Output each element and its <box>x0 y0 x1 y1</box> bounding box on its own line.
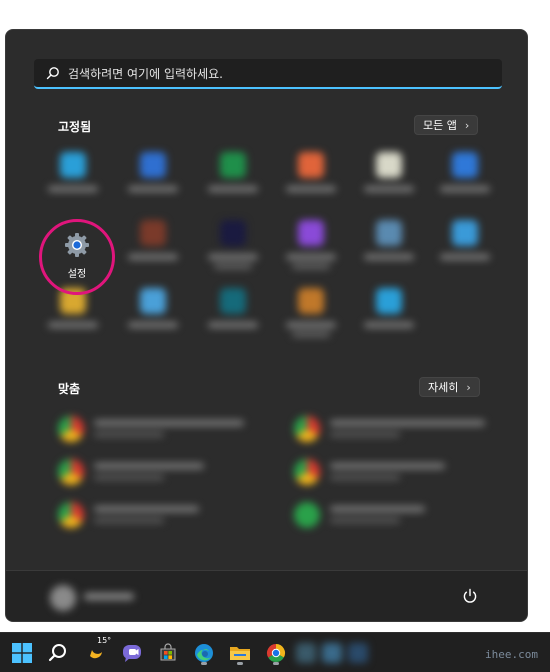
store-button[interactable] <box>154 639 182 667</box>
weather-temp: 15° <box>97 636 112 645</box>
pinned-app[interactable] <box>430 216 500 280</box>
all-apps-button[interactable]: 모든 앱 › <box>414 115 479 135</box>
chrome-icon <box>58 416 84 442</box>
more-label: 자세히 <box>428 381 459 394</box>
chrome-icon <box>294 459 320 485</box>
chrome-icon <box>266 644 286 663</box>
app-icon <box>298 220 324 246</box>
app-icon <box>298 288 324 314</box>
app-icon <box>298 152 324 178</box>
pinned-app[interactable] <box>118 148 188 212</box>
chevron-right-icon: › <box>464 118 470 132</box>
all-apps-label: 모든 앱 <box>423 119 457 132</box>
pinned-app[interactable] <box>354 148 424 212</box>
pinned-app[interactable] <box>118 284 188 348</box>
app-icon <box>376 288 402 314</box>
app-icon <box>140 220 166 246</box>
list-item[interactable] <box>58 498 258 532</box>
weather-icon <box>90 650 102 659</box>
search-box[interactable]: 검색하려면 여기에 입력하세요. <box>34 59 502 89</box>
running-indicator <box>273 662 279 665</box>
pinned-app[interactable] <box>118 216 188 280</box>
file-explorer-button[interactable] <box>226 639 254 667</box>
weather-widget[interactable]: 15° <box>82 636 112 667</box>
teams-chat-button[interactable] <box>118 639 146 667</box>
pinned-app[interactable] <box>354 216 424 280</box>
list-item[interactable] <box>294 412 494 446</box>
settings-app[interactable]: 설정 <box>39 219 119 299</box>
app-icon <box>452 220 478 246</box>
search-placeholder: 검색하려면 여기에 입력하세요. <box>68 67 223 81</box>
start-footer <box>6 570 527 621</box>
app-icon <box>220 220 246 246</box>
app-icon <box>294 502 320 528</box>
list-item[interactable] <box>58 455 258 489</box>
pinned-app[interactable] <box>430 148 500 212</box>
chevron-right-icon: › <box>466 380 471 394</box>
running-indicator <box>237 662 243 665</box>
app-icon <box>376 152 402 178</box>
app-icon <box>60 152 86 178</box>
chat-icon <box>123 645 141 662</box>
running-indicator <box>201 662 207 665</box>
gear-icon <box>65 233 89 257</box>
list-item[interactable] <box>58 412 258 446</box>
pinned-app[interactable] <box>198 216 268 280</box>
pinned-section-title: 고정됨 <box>58 120 92 134</box>
settings-label: 설정 <box>67 269 87 280</box>
store-icon <box>160 643 176 661</box>
taskbar: 15° <box>0 632 550 672</box>
start-menu: 검색하려면 여기에 입력하세요. 고정됨 모든 앱 › 설정 맞춤 자세히 › <box>5 29 528 622</box>
edge-icon <box>195 644 213 662</box>
pinned-app[interactable] <box>198 284 268 348</box>
pinned-app[interactable] <box>276 216 346 280</box>
app-icon <box>220 288 246 314</box>
list-item[interactable] <box>294 498 494 532</box>
avatar <box>50 585 76 611</box>
start-button[interactable] <box>8 639 36 667</box>
windows-icon <box>12 643 32 663</box>
search-icon <box>46 67 59 80</box>
pinned-app[interactable] <box>38 148 108 212</box>
chrome-icon <box>58 459 84 485</box>
pinned-app[interactable] <box>276 148 346 212</box>
pinned-app[interactable] <box>276 284 346 348</box>
app-icon <box>452 152 478 178</box>
app-icon <box>140 288 166 314</box>
app-icon <box>140 152 166 178</box>
chrome-icon <box>58 502 84 528</box>
folder-icon <box>230 647 250 660</box>
search-button[interactable] <box>44 639 72 667</box>
search-icon <box>48 644 66 662</box>
pinned-app[interactable] <box>354 284 424 348</box>
power-icon[interactable] <box>462 588 478 604</box>
user-account[interactable] <box>50 581 142 615</box>
app-icon <box>220 152 246 178</box>
chrome-icon <box>294 416 320 442</box>
chrome-button[interactable] <box>262 639 290 667</box>
more-button[interactable]: 자세히 › <box>419 377 480 397</box>
edge-button[interactable] <box>190 639 218 667</box>
pinned-app[interactable] <box>198 148 268 212</box>
list-item[interactable] <box>294 455 494 489</box>
recommended-section-title: 맞춤 <box>58 382 81 396</box>
watermark: ihee.com <box>485 648 538 661</box>
app-icon <box>376 220 402 246</box>
